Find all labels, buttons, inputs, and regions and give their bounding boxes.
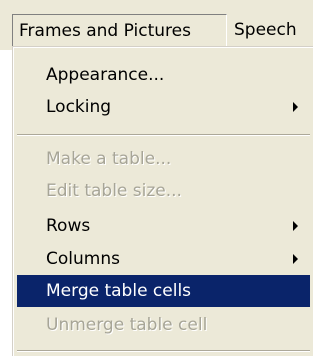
menu-item-unmerge-table-cell: Unmerge table cell bbox=[46, 315, 208, 335]
menu-separator bbox=[17, 134, 310, 136]
menu-item-rows-label: Rows bbox=[46, 216, 91, 236]
submenu-arrow-icon bbox=[293, 102, 298, 112]
menu-item-columns-label: Columns bbox=[46, 249, 120, 269]
menu-item-rows[interactable]: Rows bbox=[17, 210, 310, 242]
menu-item-locking-label: Locking bbox=[46, 97, 112, 117]
menu-item-columns[interactable]: Columns bbox=[17, 243, 310, 275]
submenu-arrow-icon bbox=[293, 254, 298, 264]
menu-item-make-a-table: Make a table... bbox=[46, 149, 172, 169]
menu-item-appearance[interactable]: Appearance... bbox=[17, 59, 310, 91]
menu-item-locking[interactable]: Locking bbox=[17, 91, 310, 123]
menu-item-edit-table-size: Edit table size... bbox=[46, 181, 182, 201]
menu-item-merge-table-cells[interactable]: Merge table cells bbox=[17, 275, 310, 307]
screen: Frames and Pictures Speech Appearance...… bbox=[0, 0, 313, 356]
menu-separator bbox=[17, 350, 310, 352]
frames-and-pictures-dropdown: Appearance... Locking Make a table... Ed… bbox=[12, 46, 313, 356]
menubar: Frames and Pictures Speech bbox=[0, 0, 313, 50]
menu-frames-and-pictures[interactable]: Frames and Pictures bbox=[12, 14, 227, 46]
submenu-arrow-icon bbox=[293, 221, 298, 231]
menu-speech[interactable]: Speech bbox=[234, 14, 313, 46]
